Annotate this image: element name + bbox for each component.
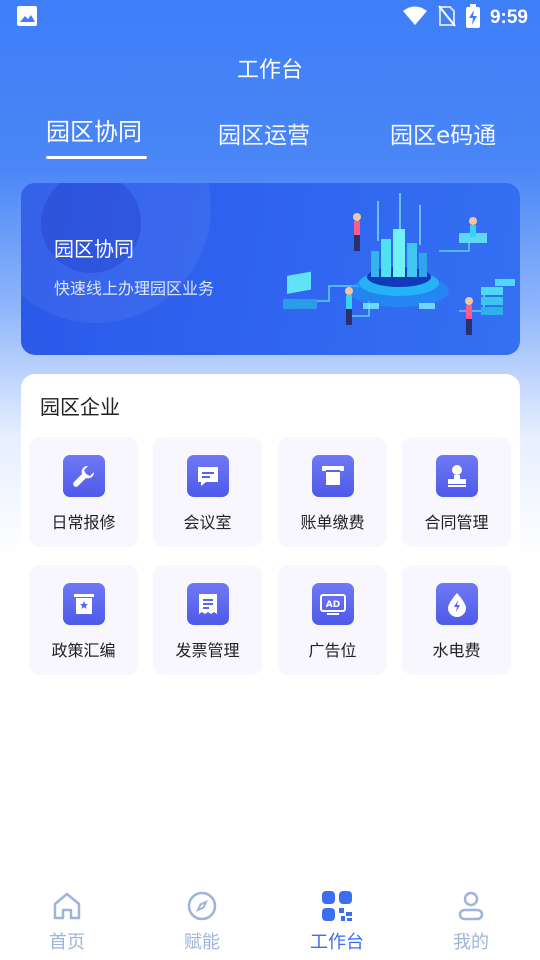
grid-item-meeting-room[interactable]: 会议室 (153, 437, 262, 547)
grid-item-bill-payment[interactable]: 账单缴费 (278, 437, 387, 547)
nav-home-label: 首页 (49, 932, 85, 953)
nav-empower-label: 赋能 (184, 932, 220, 953)
no-sim-icon (438, 5, 456, 31)
water-electric-icon (436, 583, 478, 625)
tab-park-collaboration[interactable]: 园区协同 (46, 112, 142, 147)
grid-item-label: 日常报修 (51, 513, 116, 532)
grid-item-ad-space[interactable]: AD 广告位 (278, 565, 387, 675)
chat-icon (187, 455, 229, 497)
smart-city-illustration (283, 193, 515, 335)
grid-item-label: 会议室 (183, 513, 232, 532)
nav-workbench[interactable]: 工作台 (287, 890, 387, 954)
stamp-icon (436, 455, 478, 497)
active-tab-indicator (46, 156, 147, 159)
grid-item-label: 政策汇编 (51, 641, 116, 660)
wifi-icon (402, 6, 428, 30)
grid-item-label: 广告位 (308, 641, 357, 660)
invoice-icon (187, 583, 229, 625)
grid-item-utilities[interactable]: 水电费 (402, 565, 511, 675)
nav-workbench-label: 工作台 (310, 932, 364, 953)
policy-icon (63, 583, 105, 625)
status-time: 9:59 (489, 7, 528, 28)
tab-park-operation[interactable]: 园区运营 (218, 116, 310, 150)
ad-icon: AD (312, 583, 354, 625)
workbench-icon (322, 891, 352, 921)
wrench-icon (63, 455, 105, 497)
tab-park-ecode[interactable]: 园区e码通 (390, 116, 496, 150)
bill-icon (312, 455, 354, 497)
grid-item-label: 发票管理 (175, 641, 240, 660)
user-icon (458, 891, 484, 921)
grid-item-policy[interactable]: 政策汇编 (29, 565, 138, 675)
grid-item-label: 合同管理 (424, 513, 489, 532)
tab-bar: 园区协同 园区运营 园区e码通 (0, 112, 540, 162)
grid-item-invoice[interactable]: 发票管理 (153, 565, 262, 675)
svg-text:AD: AD (326, 600, 340, 610)
grid-item-label: 账单缴费 (300, 513, 365, 532)
page-title: 工作台 (236, 58, 303, 83)
image-icon (16, 5, 38, 31)
battery-charging-icon (465, 4, 480, 32)
grid-item-label: 水电费 (432, 641, 481, 660)
grid-item-contract[interactable]: 合同管理 (402, 437, 511, 547)
banner-title: 园区协同 (54, 237, 134, 261)
home-icon (53, 892, 81, 920)
grid-item-repair[interactable]: 日常报修 (29, 437, 138, 547)
enterprise-card: 园区企业 日常报修 会议室 账单缴费 合同管理 政策汇编 发票管理 AD 广告位… (21, 374, 520, 684)
bottom-nav: 首页 赋能 工作台 我的 (0, 880, 540, 960)
compass-icon (187, 891, 217, 921)
nav-empower[interactable]: 赋能 (152, 890, 252, 954)
nav-home[interactable]: 首页 (17, 890, 117, 954)
banner-subtitle: 快速线上办理园区业务 (54, 279, 215, 298)
enterprise-section-title: 园区企业 (40, 395, 120, 419)
status-bar: 9:59 (0, 0, 540, 36)
banner[interactable]: 园区协同 快速线上办理园区业务 (21, 183, 520, 355)
nav-mine-label: 我的 (453, 932, 489, 953)
nav-mine[interactable]: 我的 (421, 890, 521, 954)
